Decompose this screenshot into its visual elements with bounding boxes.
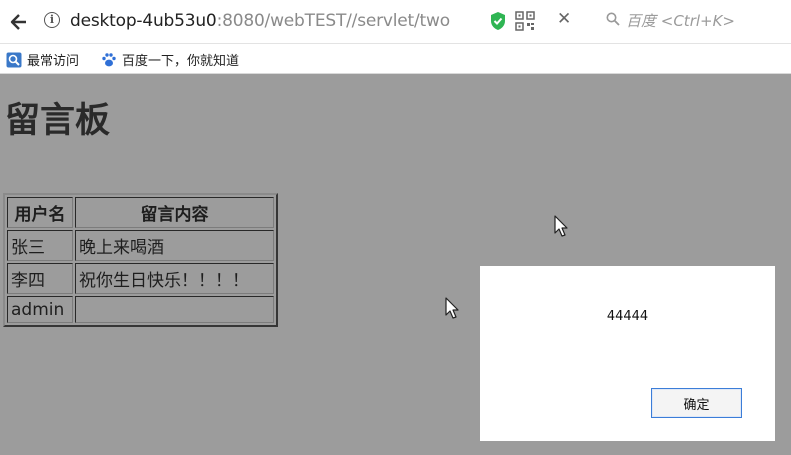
column-header-content: 留言内容 bbox=[75, 197, 274, 228]
bookmark-label: 最常访问 bbox=[27, 54, 80, 69]
ok-button[interactable]: 确定 bbox=[651, 388, 742, 418]
alert-dialog: 44444 确定 bbox=[480, 266, 775, 441]
username-cell: admin bbox=[7, 296, 73, 323]
search-box[interactable]: 百度 <Ctrl+K> bbox=[606, 10, 786, 32]
back-arrow-icon bbox=[10, 14, 26, 30]
url-field[interactable]: desktop-4ub53u0:8080/webTEST//servlet/tw… bbox=[70, 11, 450, 31]
username-cell: 李四 bbox=[7, 263, 73, 294]
mouse-cursor-icon bbox=[554, 215, 568, 237]
table-row: 李四 祝你生日快乐！！！！ bbox=[7, 263, 274, 294]
bookmark-baidu[interactable]: 百度一下，你就知道 bbox=[101, 50, 239, 69]
mouse-cursor-icon bbox=[445, 297, 459, 319]
search-icon bbox=[606, 12, 620, 30]
message-cell bbox=[75, 296, 274, 323]
username-cell: 张三 bbox=[7, 230, 73, 261]
baidu-paw-icon bbox=[102, 52, 116, 66]
qr-code-icon[interactable] bbox=[515, 11, 535, 31]
message-table: 用户名 留言内容 张三 晚上来喝酒 李四 祝你生日快乐！！！！ admin bbox=[3, 193, 278, 327]
url-host: desktop-4ub53u0 bbox=[70, 11, 217, 31]
bookmark-label: 百度一下，你就知道 bbox=[122, 54, 240, 69]
bookmark-most-visited[interactable]: 最常访问 bbox=[6, 50, 79, 69]
search-placeholder: 百度 <Ctrl+K> bbox=[626, 12, 735, 30]
table-row: admin bbox=[7, 296, 274, 323]
message-cell: 祝你生日快乐！！！！ bbox=[75, 263, 274, 294]
shield-icon[interactable] bbox=[489, 11, 507, 31]
column-header-username: 用户名 bbox=[7, 197, 73, 228]
table-row: 张三 晚上来喝酒 bbox=[7, 230, 274, 261]
site-info-icon[interactable]: i bbox=[44, 12, 60, 28]
table-header-row: 用户名 留言内容 bbox=[7, 197, 274, 228]
back-button[interactable] bbox=[6, 9, 32, 35]
url-path: :8080/webTEST//servlet/two bbox=[216, 11, 451, 31]
alert-message: 44444 bbox=[606, 309, 649, 324]
search-bookmark-icon bbox=[6, 52, 22, 67]
close-icon[interactable]: ✕ bbox=[557, 9, 571, 29]
bookmarks-bar: 最常访问 百度一下，你就知道 bbox=[0, 44, 791, 74]
message-cell: 晚上来喝酒 bbox=[75, 230, 274, 261]
page-title: 留言板 bbox=[5, 101, 111, 141]
address-bar: i desktop-4ub53u0:8080/webTEST//servlet/… bbox=[0, 0, 791, 44]
